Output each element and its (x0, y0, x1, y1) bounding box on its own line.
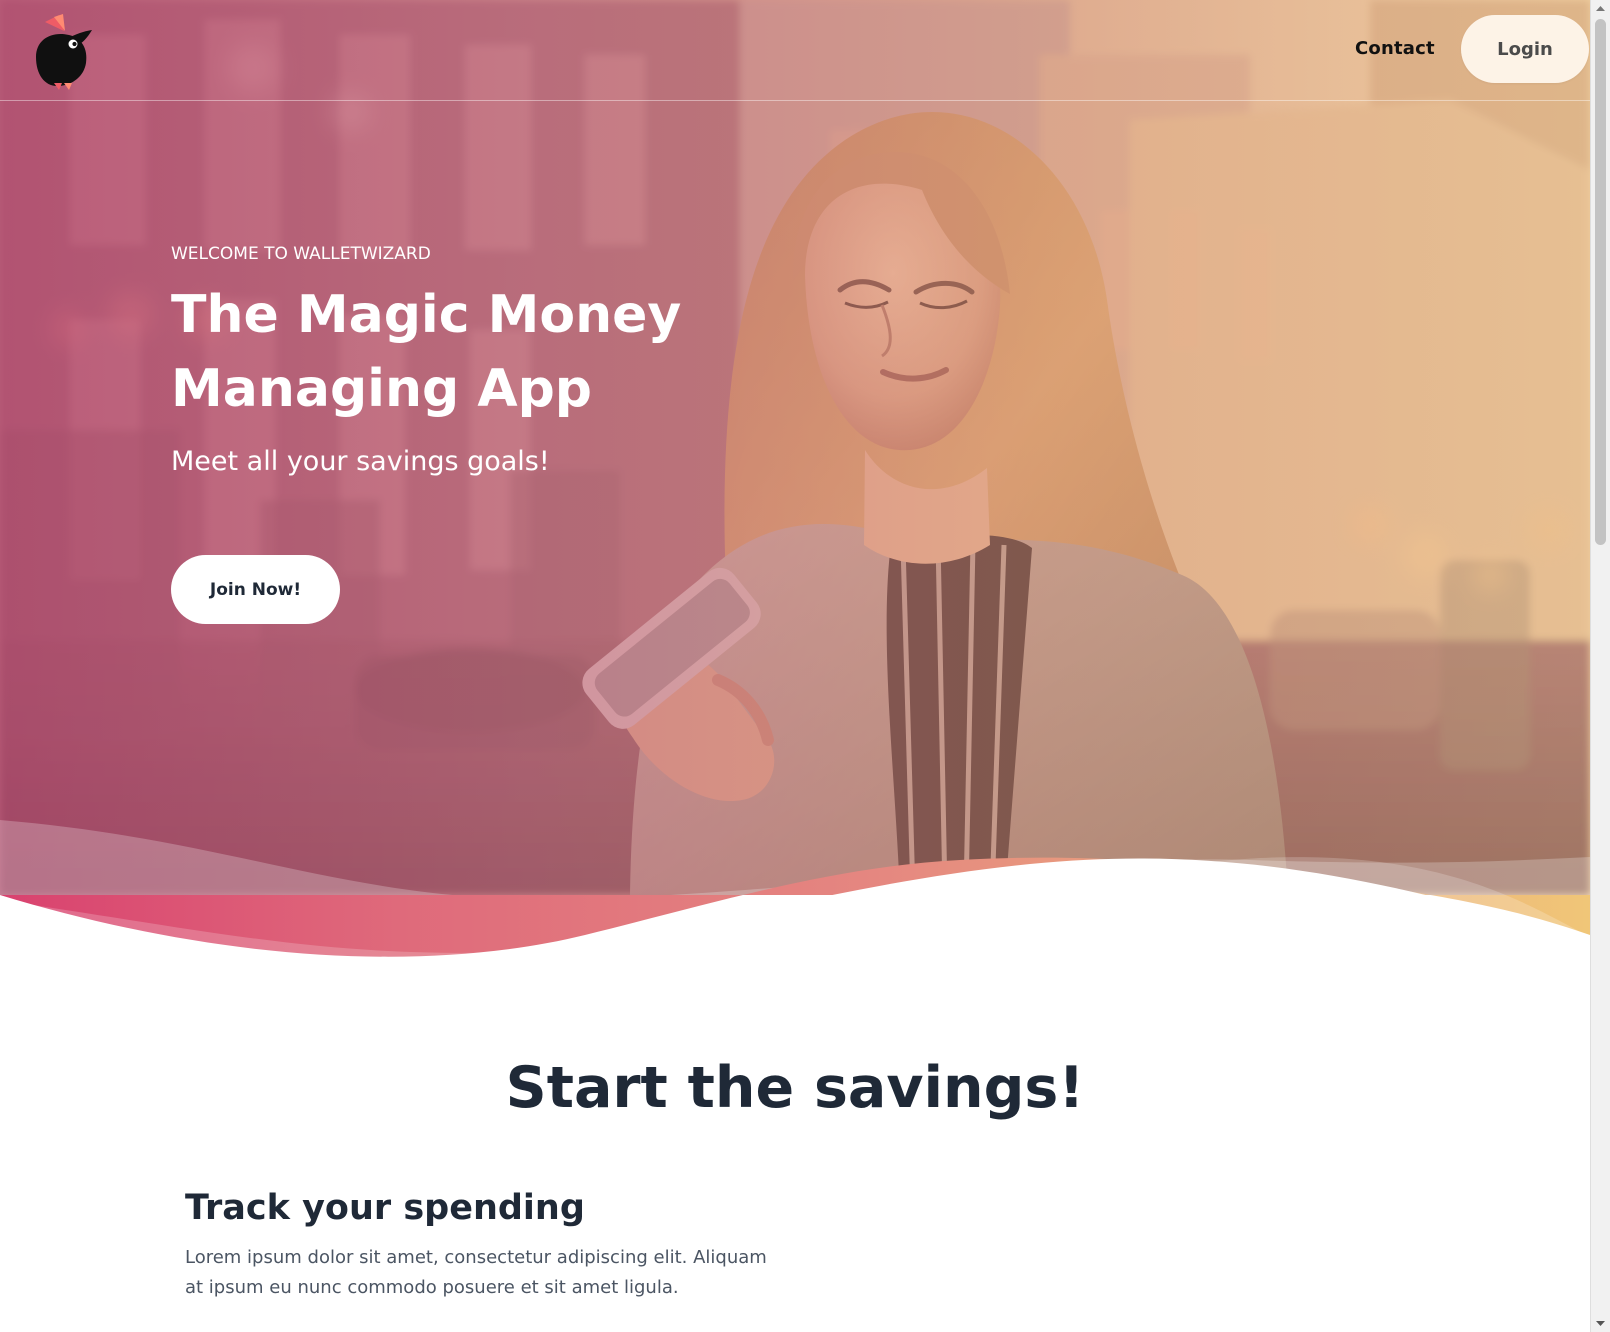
track-spending-title: Track your spending (185, 1188, 585, 1228)
hero-title-line-2: Managing App (171, 359, 593, 419)
scroll-up-icon[interactable] (1591, 0, 1610, 18)
hero-wave-divider (0, 820, 1590, 975)
vertical-scrollbar[interactable] (1590, 0, 1610, 1332)
scroll-down-icon[interactable] (1591, 1314, 1610, 1332)
scrollbar-thumb[interactable] (1595, 19, 1606, 545)
hero-subtitle: Meet all your savings goals! (171, 446, 550, 477)
hero-section: Contact Login WELCOME TO WALLETWIZARD Th… (0, 0, 1590, 975)
welcome-eyebrow: WELCOME TO WALLETWIZARD (171, 244, 431, 264)
header-divider (0, 100, 1590, 101)
track-spending-description: Lorem ipsum dolor sit amet, consectetur … (185, 1247, 767, 1298)
login-button[interactable]: Login (1461, 15, 1589, 83)
join-now-button[interactable]: Join Now! (171, 555, 340, 624)
landing-page: Contact Login WELCOME TO WALLETWIZARD Th… (0, 0, 1590, 1332)
wizard-bird-logo-icon[interactable] (30, 14, 92, 90)
contact-link[interactable]: Contact (1355, 38, 1435, 59)
hero-title-line-1: The Magic Money (171, 285, 682, 345)
hero-title: The Magic Money Managing App (171, 278, 691, 426)
savings-section-title: Start the savings! (505, 1055, 1085, 1121)
